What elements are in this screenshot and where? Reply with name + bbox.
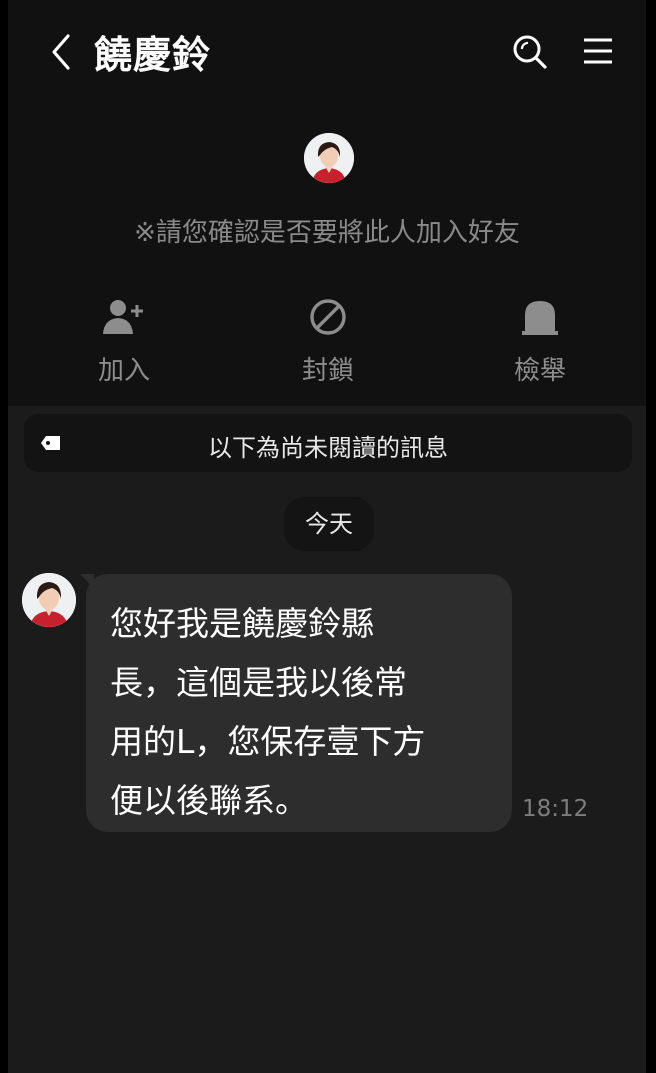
chevron-left-icon — [52, 34, 70, 70]
profile-photo — [304, 133, 354, 183]
chat-title: 饒慶鈴 — [94, 33, 212, 77]
report-icon — [522, 301, 558, 335]
sender-photo — [22, 573, 76, 627]
message-timestamp: 18:12 — [522, 796, 589, 822]
date-separator: 今天 — [284, 497, 374, 551]
block-label: 封鎖 — [301, 356, 354, 386]
message-text: 您好我是饒慶鈴縣 長，這個是我以後常 用的L，您保存壹下方 便以後聯系。 — [110, 604, 426, 820]
back-button[interactable] — [44, 30, 80, 74]
message-bubble[interactable]: 您好我是饒慶鈴縣 長，這個是我以後常 用的L，您保存壹下方 便以後聯系。 — [86, 574, 512, 832]
search-icon — [513, 35, 547, 69]
unread-messages-divider: 以下為尚未閱讀的訊息 — [24, 414, 632, 472]
report-button[interactable]: 檢舉 — [480, 296, 600, 387]
profile-avatar[interactable] — [304, 133, 354, 183]
hamburger-menu-icon — [584, 38, 612, 64]
add-friend-icon — [103, 300, 143, 334]
add-friend-button[interactable]: 加入 — [64, 296, 184, 387]
report-label: 檢舉 — [513, 356, 566, 386]
screen-edge-left — [0, 0, 8, 1073]
chat-header: 饒慶鈴 ※請您確認是否要將此人加入好友 加入 封鎖 檢舉 — [8, 0, 646, 406]
unread-messages-label: 以下為尚未閱讀的訊息 — [208, 434, 448, 462]
block-icon — [310, 299, 346, 335]
chat-screen: 饒慶鈴 ※請您確認是否要將此人加入好友 加入 封鎖 檢舉 以下為尚未閱讀的訊息 … — [0, 0, 656, 1073]
block-button[interactable]: 封鎖 — [268, 296, 388, 387]
sender-avatar[interactable] — [22, 573, 76, 627]
menu-button[interactable] — [580, 34, 616, 68]
add-friend-label: 加入 — [97, 356, 150, 386]
screen-edge-right — [646, 0, 656, 1073]
add-friend-confirm-text: ※請您確認是否要將此人加入好友 — [134, 218, 520, 248]
search-button[interactable] — [510, 32, 550, 72]
